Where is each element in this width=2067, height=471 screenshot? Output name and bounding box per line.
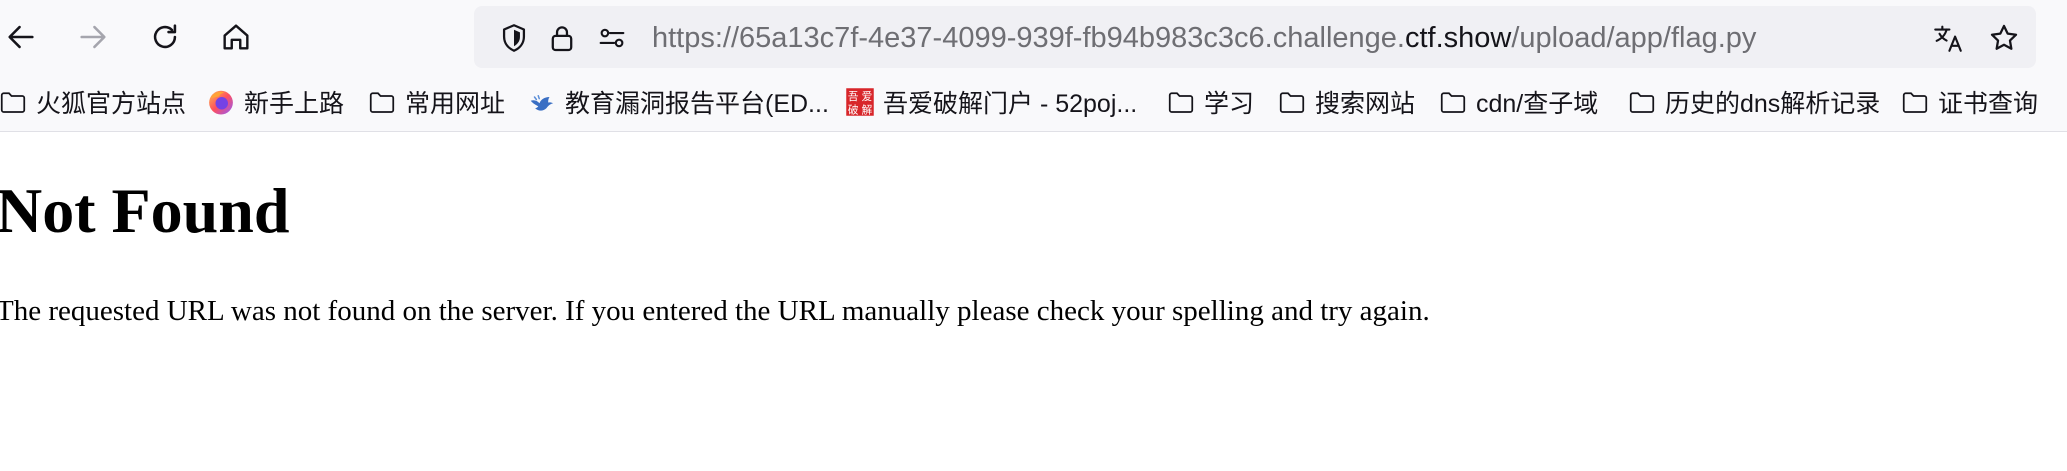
translate-icon[interactable]: [1930, 20, 1966, 56]
folder-icon: [1166, 87, 1196, 117]
folder-icon: [1277, 87, 1307, 117]
site-permissions-icon[interactable]: [594, 20, 630, 56]
page-title: Not Found: [0, 175, 290, 246]
bookmark-label: 证书查询: [1938, 90, 2039, 118]
page-content: Not Found The requested URL was not foun…: [0, 133, 2067, 471]
folder-icon: [1900, 87, 1930, 117]
52pojie-icon: 吾 爱 破 解: [845, 87, 875, 117]
bookmark-folder[interactable]: 证书查询: [1900, 82, 2038, 122]
logo-char-2: 爱: [862, 90, 873, 103]
url-text[interactable]: https://65a13c7f-4e37-4099-939f-fb94b983…: [652, 21, 1756, 55]
logo-char-3: 破: [848, 103, 859, 116]
logo-char-4: 解: [862, 103, 873, 116]
reload-icon: [153, 24, 177, 49]
bookmark-label: 学习: [1204, 90, 1255, 118]
forward-button[interactable]: [68, 12, 118, 62]
browser-toolbar: https://65a13c7f-4e37-4099-939f-fb94b983…: [0, 0, 2067, 74]
url-domain: ctf.show: [1404, 22, 1512, 54]
firefox-icon: [206, 87, 236, 117]
bookmark-folder[interactable]: 历史的dns解析记录: [1627, 82, 1880, 122]
error-message: The requested URL was not found on the s…: [0, 295, 1430, 327]
bookmarks-toolbar: 火狐官方站点 新手上路 常用网址 教育漏洞报告平台(ED... 吾 爱 破 解 …: [0, 74, 2067, 132]
bookmark-link[interactable]: 教育漏洞报告平台(ED...: [527, 82, 829, 122]
back-arrow-icon: [8, 25, 34, 49]
address-bar[interactable]: https://65a13c7f-4e37-4099-939f-fb94b983…: [474, 6, 2036, 68]
home-button[interactable]: [211, 12, 261, 62]
logo-char-1: 吾: [848, 90, 859, 103]
bookmark-star-icon[interactable]: [1986, 20, 2022, 56]
bookmark-folder[interactable]: 搜索网站: [1277, 82, 1415, 122]
bookmark-label: 历史的dns解析记录: [1665, 90, 1881, 118]
lock-icon[interactable]: [544, 20, 580, 56]
reload-button[interactable]: [140, 12, 190, 62]
back-button[interactable]: [0, 12, 46, 62]
bookmark-label: 搜索网站: [1315, 90, 1416, 118]
bookmark-label: 火狐官方站点: [36, 90, 187, 118]
folder-icon: [1627, 87, 1657, 117]
folder-icon: [0, 87, 28, 117]
folder-icon: [367, 87, 397, 117]
bird-icon: [527, 87, 557, 117]
bookmark-label: 新手上路: [244, 90, 345, 118]
bookmark-folder[interactable]: 学习: [1166, 82, 1254, 122]
forward-arrow-icon: [80, 25, 106, 49]
url-path: /upload/app/flag.py: [1511, 22, 1757, 54]
bookmark-label: 吾爱破解门户 - 52poj...: [883, 90, 1138, 118]
home-icon: [223, 24, 249, 50]
bookmark-label: cdn/查子域: [1476, 90, 1599, 118]
shield-icon[interactable]: [496, 20, 532, 56]
bookmark-folder[interactable]: 火狐官方站点: [0, 82, 186, 122]
folder-icon: [1438, 87, 1468, 117]
bookmark-label: 教育漏洞报告平台(ED...: [565, 90, 829, 118]
bookmark-label: 常用网址: [405, 90, 506, 118]
bookmark-link[interactable]: 新手上路: [206, 82, 344, 122]
bookmark-link[interactable]: 吾 爱 破 解 吾爱破解门户 - 52poj...: [845, 82, 1137, 122]
bookmark-folder[interactable]: cdn/查子域: [1438, 82, 1598, 122]
url-prefix: https://65a13c7f-4e37-4099-939f-fb94b983…: [652, 22, 1405, 54]
bookmark-folder[interactable]: 常用网址: [367, 82, 505, 122]
